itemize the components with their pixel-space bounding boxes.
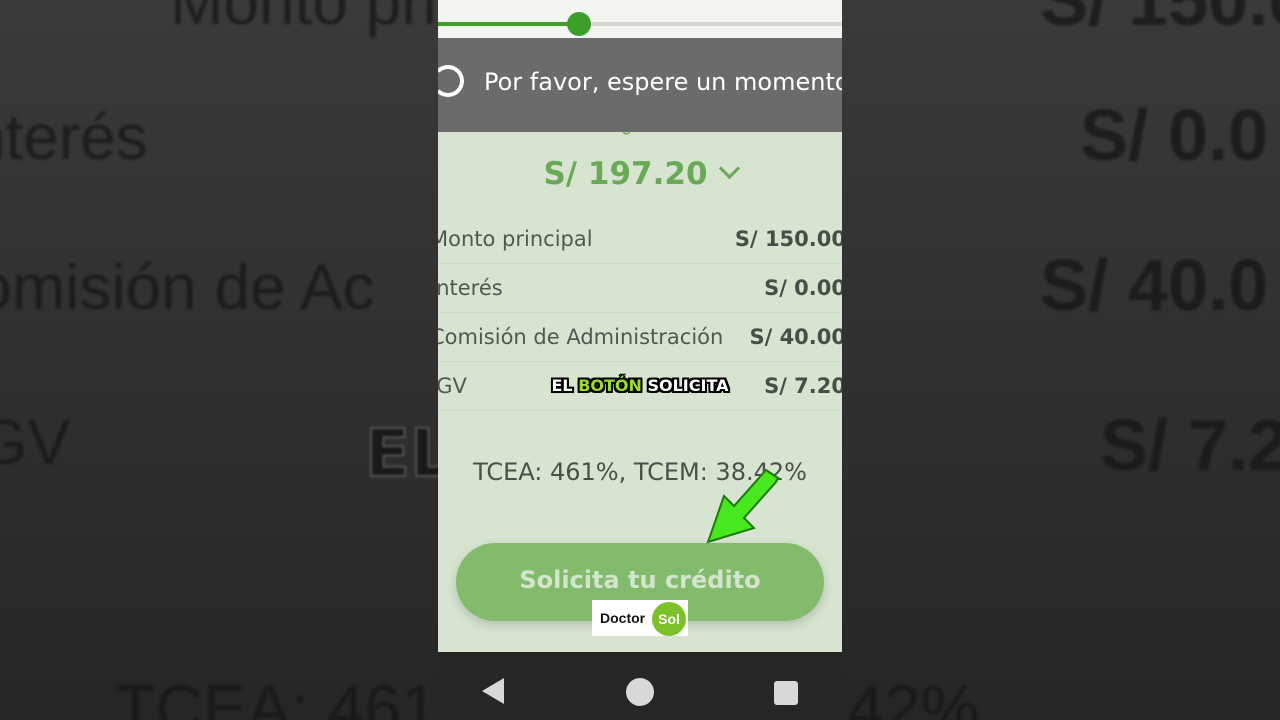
bg-text-igv: IGV xyxy=(0,406,71,478)
loading-message: Por favor, espere un momento xyxy=(484,68,842,96)
back-triangle-icon[interactable] xyxy=(482,678,504,704)
recents-square-icon[interactable] xyxy=(774,681,798,705)
bg-text-comision: Comisión de Ac xyxy=(0,251,375,323)
bg-value-interes: S/ 0.0 xyxy=(1080,96,1269,176)
caption-word-highlight: BOTÓN xyxy=(578,376,642,395)
bg-value-comision: S/ 40.0 xyxy=(1040,246,1269,326)
logo-sun: Sol xyxy=(652,602,686,636)
bg-text-interes: Interés xyxy=(0,101,148,173)
slider-area xyxy=(438,0,842,38)
pointer-arrow-icon xyxy=(706,468,780,544)
caption-word: SOLICITA xyxy=(647,376,729,395)
caption-word: EL xyxy=(551,376,573,395)
slider-thumb[interactable] xyxy=(567,12,592,36)
slider-fill xyxy=(438,22,580,26)
phone-screen: Total a Pagar 29/06/2025 S/ 197.20 Monto… xyxy=(438,0,842,720)
system-nav-bar xyxy=(438,652,842,720)
amount-slider-track[interactable] xyxy=(438,12,842,36)
loading-spinner-icon xyxy=(438,65,464,97)
home-circle-icon[interactable] xyxy=(626,678,654,706)
doctor-sol-logo: Doctor Sol xyxy=(592,600,688,636)
bg-value-monto: S/ 150.0 xyxy=(1040,0,1280,41)
bg-value-igv: S/ 7.2 xyxy=(1100,406,1280,486)
loading-toast: Por favor, espere un momento xyxy=(438,38,842,132)
video-caption: EL BOTÓN SOLICITA xyxy=(438,376,842,395)
logo-text: Doctor xyxy=(600,610,646,626)
